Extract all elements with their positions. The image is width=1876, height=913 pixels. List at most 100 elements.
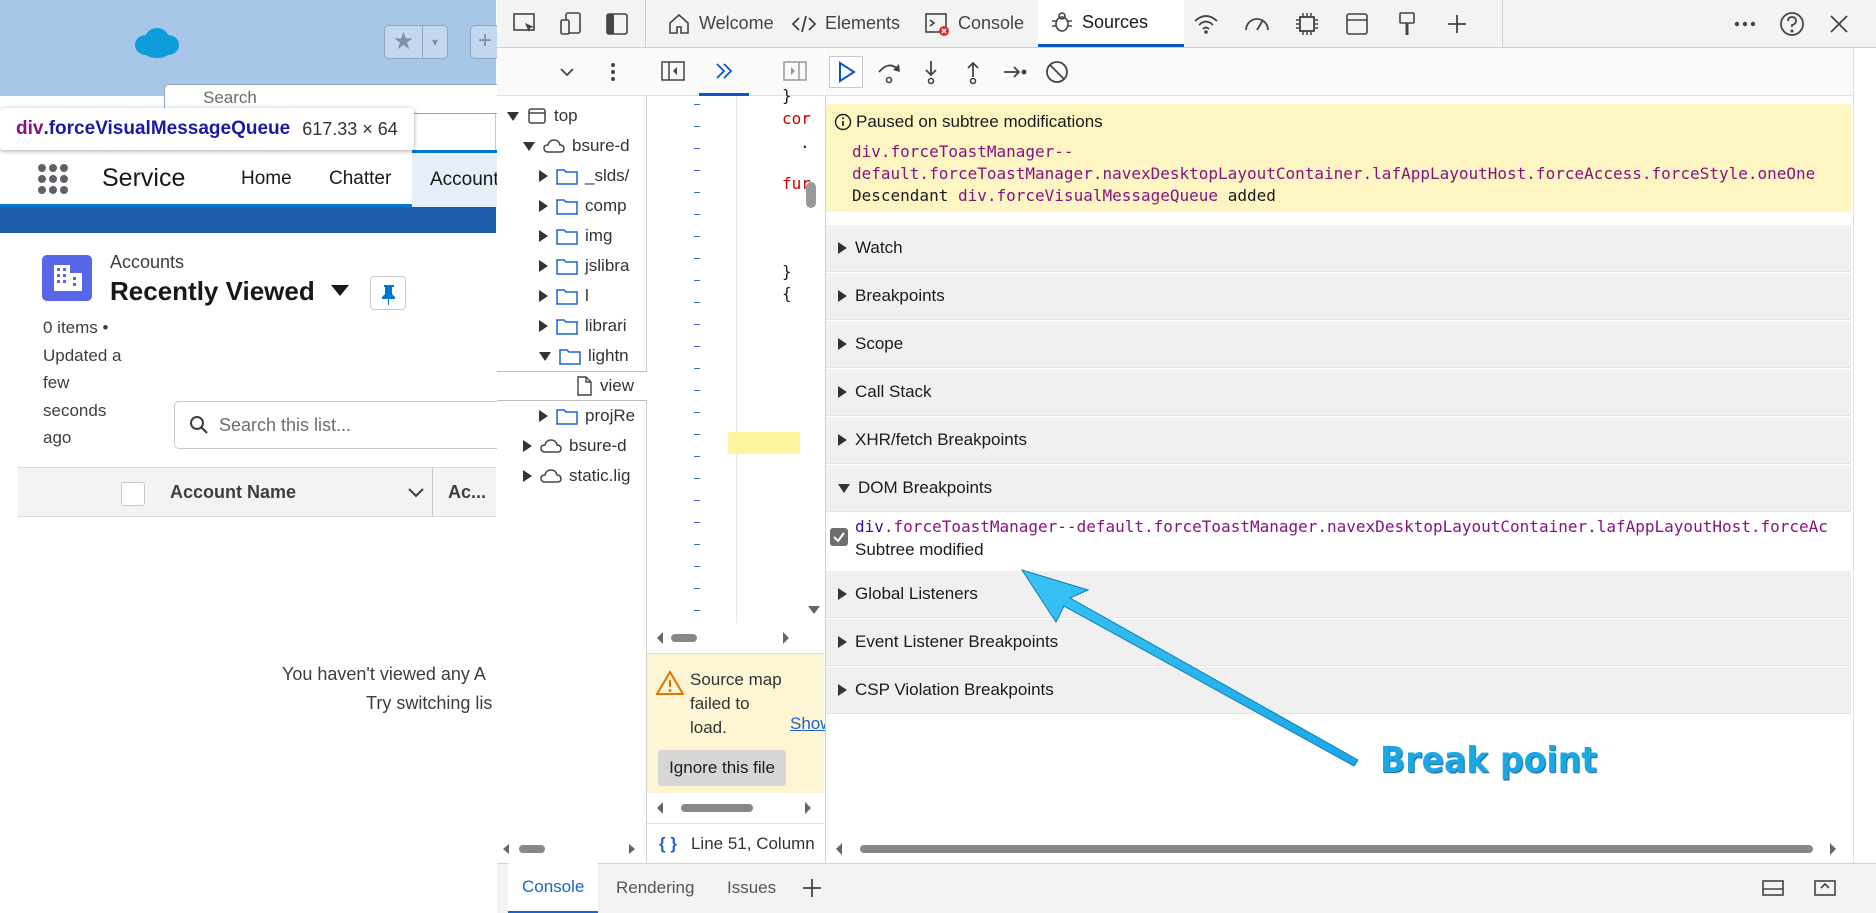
tree-item[interactable]: jslibra <box>497 251 647 281</box>
folder-icon <box>556 167 585 185</box>
collapsed-arrow-icon[interactable] <box>523 470 532 482</box>
tree-item[interactable]: view <box>497 371 647 401</box>
tree-item[interactable]: projRe <box>497 401 647 431</box>
more-options-icon[interactable] <box>1731 10 1759 38</box>
list-search-input[interactable]: Search this list... <box>174 401 504 449</box>
dom-breakpoint-node[interactable]: div.forceToastManager--default.forceToas… <box>855 517 1849 536</box>
dom-breakpoint-checkbox[interactable] <box>830 528 848 546</box>
tree-item[interactable]: top <box>497 101 647 131</box>
list-view-name[interactable]: Recently Viewed <box>110 276 315 307</box>
collapsed-arrow-icon[interactable] <box>539 290 548 302</box>
application-panel-icon[interactable] <box>1343 10 1371 38</box>
tree-item[interactable]: librari <box>497 311 647 341</box>
tree-item-label: view <box>600 376 635 395</box>
collapsed-arrow-icon[interactable] <box>539 230 548 242</box>
close-drawer-icon[interactable] <box>1812 876 1838 900</box>
section-watch[interactable]: Watch <box>826 225 1851 272</box>
paused-selector-line-2[interactable]: default.forceToastManager.navexDesktopLa… <box>852 164 1815 183</box>
list-view-dropdown-icon[interactable] <box>331 285 349 296</box>
help-icon[interactable] <box>1778 10 1806 38</box>
line-gutter[interactable] <box>647 96 737 623</box>
debugger-horizontal-scrollbar[interactable] <box>826 835 1851 863</box>
tab-welcome[interactable]: Welcome <box>659 0 782 47</box>
pretty-print-button[interactable]: { } <box>659 834 677 854</box>
tab-console[interactable]: Console <box>916 0 1032 47</box>
column-divider[interactable] <box>432 467 433 517</box>
devtools-vertical-scrollbar[interactable] <box>1853 48 1876 863</box>
tree-item[interactable]: l <box>497 281 647 311</box>
paused-selector-line-1[interactable]: div.forceToastManager-- <box>852 142 1074 161</box>
nav-item-chatter[interactable]: Chatter <box>329 168 391 190</box>
collapsed-arrow-icon[interactable] <box>539 410 548 422</box>
editor-vertical-scrollbar[interactable] <box>806 182 816 208</box>
tree-item[interactable]: lightn <box>497 341 647 371</box>
scroll-down-icon[interactable] <box>807 604 821 616</box>
dock-to-panel-icon[interactable] <box>1760 876 1786 900</box>
column-header-2[interactable]: Ac... <box>448 482 486 503</box>
collapsed-arrow-icon[interactable] <box>523 440 532 452</box>
section-dom-breakpoints[interactable]: DOM Breakpoints <box>826 465 1851 512</box>
step-into-icon[interactable] <box>917 58 945 86</box>
paint-brush-icon[interactable] <box>1393 10 1421 38</box>
nav-item-home[interactable]: Home <box>241 168 292 190</box>
toggle-navigator-icon[interactable] <box>661 60 685 82</box>
section-breakpoints-label: Breakpoints <box>855 286 945 305</box>
salesforce-logo-icon[interactable] <box>132 26 182 60</box>
tab-sources[interactable]: Sources <box>1038 0 1184 47</box>
tree-item[interactable]: static.lig <box>497 461 647 491</box>
select-all-checkbox[interactable] <box>121 482 145 506</box>
editor-horizontal-scrollbar[interactable] <box>647 623 824 653</box>
warning-horizontal-scrollbar[interactable] <box>647 793 824 823</box>
paused-detail-node[interactable]: div.forceVisualMessageQueue <box>958 186 1218 205</box>
network-wifi-icon[interactable] <box>1192 10 1220 38</box>
ignore-file-button[interactable]: Ignore this file <box>658 750 786 786</box>
add-tool-icon[interactable] <box>1443 10 1471 38</box>
close-icon[interactable] <box>1825 10 1853 38</box>
column-menu-chevron-icon[interactable] <box>403 479 429 505</box>
section-breakpoints[interactable]: Breakpoints <box>826 273 1851 320</box>
expanded-arrow-icon[interactable] <box>539 351 551 361</box>
expanded-arrow-icon[interactable] <box>523 141 535 151</box>
tree-item[interactable]: img <box>497 221 647 251</box>
tab-elements[interactable]: Elements <box>783 0 908 47</box>
navigator-horizontal-scrollbar[interactable] <box>497 834 647 864</box>
step-over-icon[interactable] <box>875 58 903 86</box>
collapsed-arrow-icon[interactable] <box>539 320 548 332</box>
device-emulation-icon[interactable] <box>557 10 585 38</box>
collapsed-arrow-icon[interactable] <box>539 200 548 212</box>
section-xhr-breakpoints[interactable]: XHR/fetch Breakpoints <box>826 417 1851 464</box>
add-drawer-tab-icon[interactable] <box>800 876 824 900</box>
deactivate-breakpoints-icon[interactable] <box>1043 58 1071 86</box>
resume-button[interactable] <box>829 56 863 88</box>
section-call-stack[interactable]: Call Stack <box>826 369 1851 416</box>
drawer-tab-console[interactable]: Console <box>508 863 599 913</box>
toggle-sidebar-icon[interactable] <box>603 10 631 38</box>
collapsed-arrow-icon[interactable] <box>539 170 548 182</box>
editor-tab-more[interactable] <box>699 48 749 96</box>
favorites-button[interactable]: ★ ▾ <box>384 25 448 59</box>
nav-item-accounts[interactable]: Accounts <box>412 150 508 207</box>
expanded-arrow-icon[interactable] <box>507 111 519 121</box>
list-meta-line: ago <box>43 428 72 447</box>
app-launcher-icon[interactable] <box>36 162 70 196</box>
column-header-account-name[interactable]: Account Name <box>170 482 296 503</box>
memory-chip-icon[interactable] <box>1293 10 1321 38</box>
drawer-tab-issues[interactable]: Issues <box>727 863 776 913</box>
more-vertical-icon[interactable] <box>603 60 623 84</box>
cloud-icon <box>543 137 572 155</box>
drawer-tab-rendering[interactable]: Rendering <box>616 863 694 913</box>
tree-item[interactable]: comp <box>497 191 647 221</box>
pin-list-view-button[interactable] <box>370 276 406 310</box>
collapsed-arrow-icon[interactable] <box>539 260 548 272</box>
step-out-icon[interactable] <box>959 58 987 86</box>
tree-item[interactable]: bsure-d <box>497 431 647 461</box>
tree-item[interactable]: _slds/ <box>497 161 647 191</box>
tree-item[interactable]: bsure-d <box>497 131 647 161</box>
inspect-element-icon[interactable] <box>511 10 539 38</box>
step-icon[interactable] <box>1001 58 1029 86</box>
section-scope[interactable]: Scope <box>826 321 1851 368</box>
performance-gauge-icon[interactable] <box>1243 10 1271 38</box>
toggle-debugger-icon[interactable] <box>783 60 807 82</box>
chevron-down-icon[interactable] <box>557 62 577 82</box>
global-actions-button[interactable]: + <box>470 25 500 59</box>
